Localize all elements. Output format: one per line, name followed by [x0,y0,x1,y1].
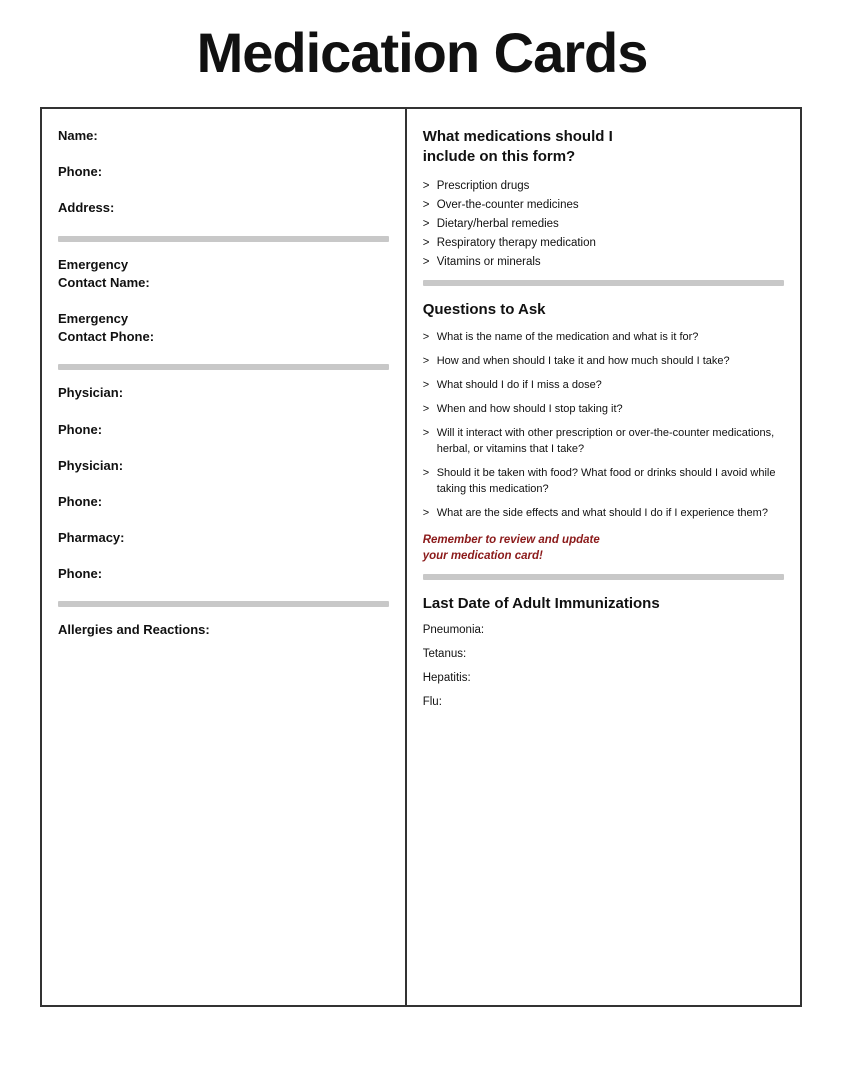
what-medications-title: What medications should Iinclude on this… [423,127,784,168]
pneumonia-label: Pneumonia: [423,624,784,636]
reminder-text: Remember to review and updateyour medica… [423,532,784,564]
tetanus-label: Tetanus: [423,648,784,660]
divider-1 [58,236,389,242]
list-item: Over-the-counter medicines [423,197,784,213]
emergency-contact-phone-label: EmergencyContact Phone: [58,310,389,346]
flu-label: Flu: [423,696,784,708]
list-item: Respiratory therapy medication [423,235,784,251]
address-label: Address: [58,199,389,217]
divider-2 [58,364,389,370]
physician-2-label: Physician: [58,457,389,475]
list-item: What is the name of the medication and w… [423,330,784,346]
list-item: Should it be taken with food? What food … [423,466,784,498]
divider-3 [58,601,389,607]
immunizations-title: Last Date of Adult Immunizations [423,594,784,614]
list-item: Dietary/herbal remedies [423,216,784,232]
pharmacy-phone-label: Phone: [58,565,389,583]
cards-container: Name: Phone: Address: EmergencyContact N… [40,107,804,1007]
list-item: Vitamins or minerals [423,254,784,270]
list-item: Prescription drugs [423,178,784,194]
questions-title: Questions to Ask [423,300,784,320]
questions-list: What is the name of the medication and w… [423,330,784,521]
page-title: Medication Cards [40,20,804,85]
list-item: How and when should I take it and how mu… [423,354,784,370]
emergency-contact-name-label: EmergencyContact Name: [58,256,389,292]
right-card: What medications should Iinclude on this… [405,107,802,1007]
name-label: Name: [58,127,389,145]
list-item: What should I do if I miss a dose? [423,378,784,394]
physician-phone-2-label: Phone: [58,493,389,511]
list-item: What are the side effects and what shoul… [423,506,784,522]
phone-label: Phone: [58,163,389,181]
physician-phone-1-label: Phone: [58,421,389,439]
divider-right-2 [423,574,784,580]
hepatitis-label: Hepatitis: [423,672,784,684]
left-card: Name: Phone: Address: EmergencyContact N… [40,107,407,1007]
immunizations-section: Last Date of Adult Immunizations Pneumon… [423,594,784,708]
physician-1-label: Physician: [58,384,389,402]
list-item: Will it interact with other prescription… [423,426,784,458]
medications-list: Prescription drugs Over-the-counter medi… [423,178,784,270]
list-item: When and how should I stop taking it? [423,402,784,418]
allergies-label: Allergies and Reactions: [58,621,389,639]
divider-right-1 [423,280,784,286]
pharmacy-label: Pharmacy: [58,529,389,547]
